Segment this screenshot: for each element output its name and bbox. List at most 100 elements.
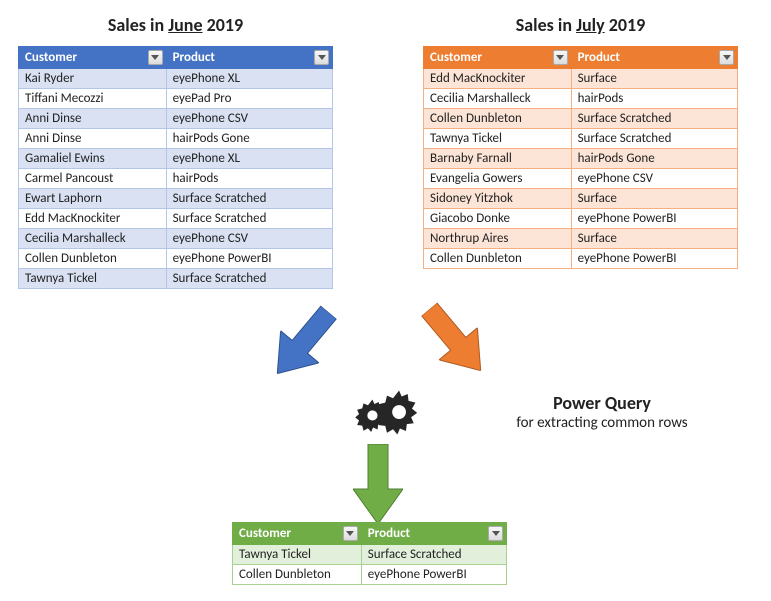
- july-block: Sales in July 2019 Customer Product Edd …: [423, 10, 738, 289]
- table-row: Carmel PancousthairPods: [19, 169, 333, 189]
- cell-customer: Tawnya Tickel: [19, 269, 167, 289]
- cell-customer: Barnaby Farnall: [424, 149, 572, 169]
- june-title: Sales in June 2019: [18, 14, 333, 36]
- cell-product: hairPods Gone: [571, 149, 737, 169]
- cell-customer: Collen Dunbleton: [19, 249, 167, 269]
- cell-product: eyePhone XL: [166, 69, 332, 89]
- cell-product: eyePhone PowerBI: [571, 209, 737, 229]
- result-block: Customer Product Tawnya TickelSurface Sc…: [232, 522, 507, 585]
- table-row: Gamaliel EwinseyePhone XL: [19, 149, 333, 169]
- june-table: Customer Product Kai RydereyePhone XLTif…: [18, 46, 333, 289]
- filter-dropdown-icon[interactable]: [553, 50, 568, 65]
- power-query-label: Power Query for extracting common rows: [472, 392, 732, 432]
- table-row: Giacobo DonkeeyePhone PowerBI: [424, 209, 738, 229]
- table-row: Edd MacKnockiterSurface Scratched: [19, 209, 333, 229]
- cell-product: eyePad Pro: [166, 89, 332, 109]
- cell-customer: Tiffani Mecozzi: [19, 89, 167, 109]
- cell-customer: Collen Dunbleton: [424, 249, 572, 269]
- table-row: Cecilia MarshalleckhairPods: [424, 89, 738, 109]
- cell-product: hairPods: [571, 89, 737, 109]
- cell-product: Surface: [571, 229, 737, 249]
- col-header-customer[interactable]: Customer: [233, 523, 362, 545]
- cell-product: Surface Scratched: [166, 269, 332, 289]
- cell-customer: Ewart Laphorn: [19, 189, 167, 209]
- cell-product: eyePhone CSV: [166, 229, 332, 249]
- title-prefix: Sales in: [516, 14, 576, 36]
- cell-product: eyePhone PowerBI: [166, 249, 332, 269]
- cell-customer: Cecilia Marshalleck: [424, 89, 572, 109]
- col-header-customer[interactable]: Customer: [424, 47, 572, 69]
- arrow-blue-icon: [258, 296, 348, 389]
- header-text: Customer: [239, 526, 291, 541]
- cell-customer: Edd MacKnockiter: [424, 69, 572, 89]
- col-header-product[interactable]: Product: [361, 523, 506, 545]
- cell-product: hairPods: [166, 169, 332, 189]
- cell-customer: Anni Dinse: [19, 129, 167, 149]
- cell-product: Surface: [571, 69, 737, 89]
- col-header-product[interactable]: Product: [166, 47, 332, 69]
- table-row: Tiffani MecozzieyePad Pro: [19, 89, 333, 109]
- table-row: Tawnya TickelSurface Scratched: [233, 545, 507, 565]
- cell-customer: Carmel Pancoust: [19, 169, 167, 189]
- cell-product: Surface: [571, 189, 737, 209]
- july-table: Customer Product Edd MacKnockiterSurface…: [423, 46, 738, 269]
- filter-dropdown-icon[interactable]: [488, 526, 503, 541]
- cell-customer: Giacobo Donke: [424, 209, 572, 229]
- title-suffix: 2019: [605, 14, 646, 36]
- cell-customer: Edd MacKnockiter: [19, 209, 167, 229]
- table-row: Collen DunbletonSurface Scratched: [424, 109, 738, 129]
- june-block: Sales in June 2019 Customer Product Kai …: [18, 10, 333, 289]
- table-row: Collen DunbletoneyePhone PowerBI: [233, 565, 507, 585]
- cell-customer: Cecilia Marshalleck: [19, 229, 167, 249]
- cell-customer: Anni Dinse: [19, 109, 167, 129]
- title-month: July: [576, 14, 605, 36]
- cell-customer: Kai Ryder: [19, 69, 167, 89]
- arrow-green-icon: [353, 444, 403, 524]
- col-header-product[interactable]: Product: [571, 47, 737, 69]
- table-row: Anni DinseeyePhone CSV: [19, 109, 333, 129]
- header-text: Customer: [25, 50, 77, 65]
- table-row: Tawnya TickelSurface Scratched: [424, 129, 738, 149]
- cell-product: Surface Scratched: [166, 209, 332, 229]
- filter-dropdown-icon[interactable]: [719, 50, 734, 65]
- cell-customer: Northrup Aires: [424, 229, 572, 249]
- cell-customer: Tawnya Tickel: [424, 129, 572, 149]
- cell-product: eyePhone XL: [166, 149, 332, 169]
- filter-dropdown-icon[interactable]: [148, 50, 163, 65]
- col-header-customer[interactable]: Customer: [19, 47, 167, 69]
- cell-customer: Tawnya Tickel: [233, 545, 362, 565]
- cell-product: hairPods Gone: [166, 129, 332, 149]
- filter-dropdown-icon[interactable]: [314, 50, 329, 65]
- cell-product: Surface Scratched: [571, 129, 737, 149]
- table-row: Ewart LaphornSurface Scratched: [19, 189, 333, 209]
- table-row: Evangelia GowerseyePhone CSV: [424, 169, 738, 189]
- pq-title: Power Query: [472, 392, 732, 414]
- filter-dropdown-icon[interactable]: [343, 526, 358, 541]
- table-row: Barnaby FarnallhairPods Gone: [424, 149, 738, 169]
- cell-product: eyePhone CSV: [166, 109, 332, 129]
- header-text: Product: [578, 50, 620, 65]
- header-text: Product: [173, 50, 215, 65]
- title-prefix: Sales in: [108, 14, 168, 36]
- header-text: Customer: [430, 50, 482, 65]
- cell-product: eyePhone CSV: [571, 169, 737, 189]
- cell-customer: Collen Dunbleton: [233, 565, 362, 585]
- cell-product: eyePhone PowerBI: [361, 565, 506, 585]
- july-title: Sales in July 2019: [423, 14, 738, 36]
- table-row: Kai RydereyePhone XL: [19, 69, 333, 89]
- pq-subtitle: for extracting common rows: [472, 414, 732, 432]
- cell-product: Surface Scratched: [166, 189, 332, 209]
- title-suffix: 2019: [203, 14, 244, 36]
- gears-icon: [352, 368, 427, 447]
- title-month: June: [168, 14, 202, 36]
- table-row: Tawnya TickelSurface Scratched: [19, 269, 333, 289]
- cell-customer: Sidoney Yitzhok: [424, 189, 572, 209]
- table-row: Sidoney YitzhokSurface: [424, 189, 738, 209]
- result-table: Customer Product Tawnya TickelSurface Sc…: [232, 522, 507, 585]
- table-row: Collen DunbletoneyePhone PowerBI: [424, 249, 738, 269]
- table-row: Cecilia MarshalleckeyePhone CSV: [19, 229, 333, 249]
- cell-product: eyePhone PowerBI: [571, 249, 737, 269]
- cell-customer: Evangelia Gowers: [424, 169, 572, 189]
- table-row: Collen DunbletoneyePhone PowerBI: [19, 249, 333, 269]
- header-text: Product: [368, 526, 410, 541]
